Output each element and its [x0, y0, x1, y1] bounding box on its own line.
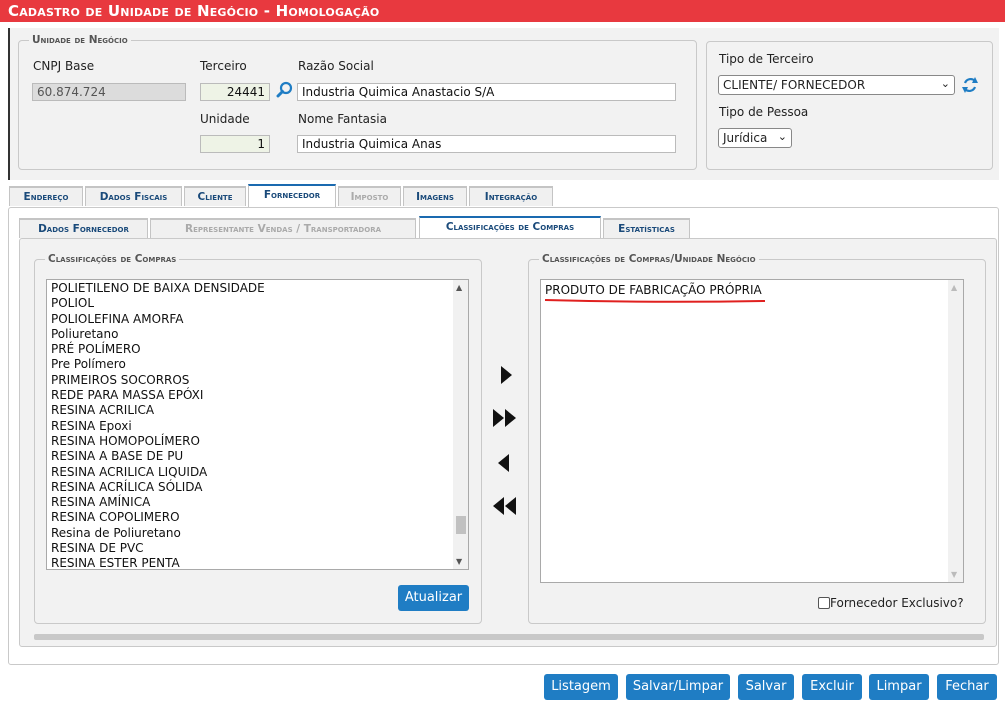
list-item[interactable]: PRÉ POLÍMERO [47, 342, 468, 357]
tab-fornecedor[interactable]: Fornecedor [248, 184, 336, 208]
tipo-terceiro-label: Tipo de Terceiro [719, 52, 814, 66]
listagem-button[interactable]: Listagem [544, 674, 618, 700]
fornecedor-exclusivo-label: Fornecedor Exclusivo? [830, 596, 964, 610]
search-icon[interactable] [276, 81, 294, 99]
subtab-dados-fornecedor[interactable]: Dados Fornecedor [19, 218, 148, 238]
tipo-pessoa-label: Tipo de Pessoa [719, 105, 809, 119]
list-item[interactable]: RESINA ACRÍLICA SÓLIDA [47, 480, 468, 495]
tab-imagens[interactable]: Imagens [403, 186, 467, 206]
list-item[interactable]: RESINA Epoxi [47, 419, 468, 434]
window-title: Cadastro de Unidade de Negócio - Homolog… [0, 0, 1005, 22]
tipo-pessoa-value: Jurídica [723, 131, 768, 145]
unidade-label: Unidade [200, 112, 250, 126]
list-item[interactable]: Resina de Poliuretano [47, 526, 468, 541]
salvar-limpar-button[interactable]: Salvar/Limpar [626, 674, 730, 700]
fantasia-field[interactable]: Industria Quimica Anas [297, 135, 676, 153]
list-item[interactable]: PRIMEIROS SOCORROS [47, 373, 468, 388]
fornecedor-exclusivo-option[interactable]: Fornecedor Exclusivo? [818, 596, 964, 610]
chevron-down-icon: ⌄ [940, 77, 950, 90]
limpar-button[interactable]: Limpar [869, 674, 929, 700]
subtab-estatisticas[interactable]: Estatísticas [603, 218, 690, 238]
horizontal-scrollbar[interactable] [34, 634, 984, 640]
list-item[interactable]: RESINA COPOLIMERO [47, 510, 468, 525]
red-underline [544, 299, 766, 303]
fornecedor-exclusivo-checkbox[interactable] [818, 597, 830, 609]
available-list[interactable]: POLIETILENO DE BAIXA DENSIDADE POLIOL POLI… [46, 279, 469, 570]
list-item[interactable]: Poliuretano [47, 327, 468, 342]
list-item[interactable]: POLIOLEFINA AMORFA [47, 312, 468, 327]
tab-integracao[interactable]: Integração [469, 186, 553, 206]
list-item[interactable]: POLIOL [47, 296, 468, 311]
razao-field[interactable]: Industria Quimica Anastacio S/A [297, 83, 676, 101]
tipo-terceiro-select[interactable]: CLIENTE/ FORNECEDOR ⌄ [718, 75, 955, 95]
list-item[interactable]: REDE PARA MASSA EPÓXI [47, 388, 468, 403]
list-item[interactable]: RESINA DE PVC [47, 541, 468, 556]
atualizar-button[interactable]: Atualizar [398, 585, 469, 611]
fornecedor-panel: Dados Fornecedor Representante Vendas / … [8, 207, 999, 665]
move-all-left-icon[interactable] [492, 496, 518, 519]
excluir-button[interactable]: Excluir [802, 674, 862, 700]
tab-endereco[interactable]: Endereço [9, 186, 83, 206]
list-item[interactable]: POLIETILENO DE BAIXA DENSIDADE [47, 281, 468, 296]
fantasia-label: Nome Fantasia [298, 112, 387, 126]
tab-imposto[interactable]: Imposto [338, 186, 401, 206]
scroll-down-icon[interactable]: ▼ [456, 557, 462, 566]
tipo-pessoa-select[interactable]: Jurídica ⌄ [718, 128, 792, 148]
terceiro-field[interactable]: 24441 [200, 83, 270, 101]
salvar-button[interactable]: Salvar [738, 674, 794, 700]
list-item[interactable]: Pre Polímero [47, 357, 468, 372]
cnpj-field: 60.874.724 [32, 83, 186, 101]
move-right-icon[interactable] [499, 365, 513, 388]
move-left-icon[interactable] [497, 453, 511, 476]
list-scrollbar[interactable]: ▲ ▼ [453, 280, 468, 569]
terceiro-label: Terceiro [200, 59, 247, 73]
tab-cliente[interactable]: Cliente [184, 186, 246, 206]
scroll-thumb[interactable] [456, 516, 466, 534]
tipo-terceiro-value: CLIENTE/ FORNECEDOR [723, 78, 866, 92]
refresh-icon[interactable] [961, 75, 979, 95]
tab-dados-fiscais[interactable]: Dados Fiscais [85, 186, 182, 206]
classificacoes-panel: Classificações de Compras POLIETILENO DE… [19, 238, 997, 647]
list-item[interactable]: RESINA HOMOPOLÍMERO [47, 434, 468, 449]
list-item[interactable]: RESINA ESTER PENTA [47, 556, 468, 569]
selected-list[interactable]: PRODUTO DE FABRICAÇÃO PRÓPRIA ▲ ▼ [540, 279, 964, 583]
razao-label: Razão Social [298, 59, 374, 73]
list-item[interactable]: RESINA AMÍNICA [47, 495, 468, 510]
cnpj-label: CNPJ Base [33, 59, 95, 73]
unidade-legend: Unidade de Negócio [32, 34, 128, 46]
scroll-down-icon[interactable]: ▼ [951, 570, 957, 579]
fechar-button[interactable]: Fechar [937, 674, 997, 700]
subtab-classificacoes[interactable]: Classificações de Compras [419, 216, 601, 240]
list-item[interactable]: PRODUTO DE FABRICAÇÃO PRÓPRIA [541, 283, 963, 298]
subtab-representante[interactable]: Representante Vendas / Transportadora [150, 218, 416, 238]
list-scrollbar[interactable]: ▲ ▼ [948, 280, 963, 582]
left-legend: Classificações de Compras [48, 253, 177, 265]
scroll-up-icon[interactable]: ▲ [951, 283, 957, 292]
scroll-up-icon[interactable]: ▲ [456, 283, 462, 292]
unidade-field[interactable]: 1 [200, 135, 270, 153]
chevron-down-icon: ⌄ [777, 130, 787, 143]
header-panel: Unidade de Negócio CNPJ Base 60.874.724 … [8, 28, 999, 180]
move-all-right-icon[interactable] [492, 408, 518, 431]
list-item[interactable]: RESINA ACRILICA LIQUIDA [47, 465, 468, 480]
list-item[interactable]: RESINA A BASE DE PU [47, 449, 468, 464]
list-item[interactable]: RESINA ACRILICA [47, 403, 468, 418]
right-legend: Classificações de Compras/Unidade Negóci… [542, 253, 756, 265]
